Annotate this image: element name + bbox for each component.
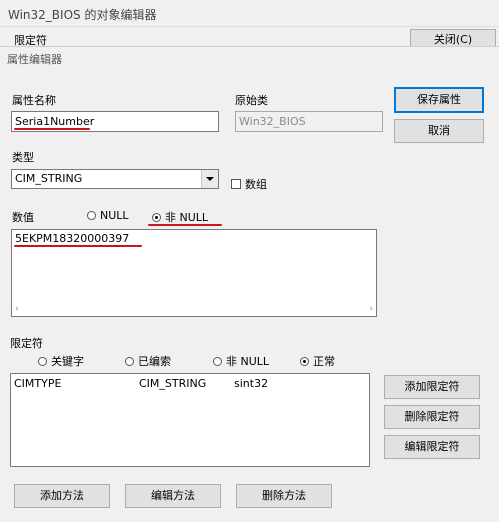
type-label: 类型 [12, 151, 34, 164]
filter-indexed-label: 已编索 [138, 355, 171, 368]
origin-class-label: 原始类 [235, 94, 268, 107]
cancel-button[interactable]: 取消 [394, 119, 484, 143]
delete-method-button[interactable]: 删除方法 [236, 484, 332, 508]
filter-normal-radio[interactable]: 正常 [300, 353, 335, 369]
value-textarea[interactable]: 5EKPM18320000397 ‹ › [11, 229, 377, 317]
edit-qualifier-button[interactable]: 编辑限定符 [384, 435, 480, 459]
edit-method-button[interactable]: 编辑方法 [125, 484, 221, 508]
origin-class-field: Win32_BIOS [235, 111, 383, 132]
checkbox-box[interactable] [231, 179, 241, 189]
qualifiers-list[interactable]: CIMTYPE CIM_STRING sint32 [10, 373, 370, 467]
annotation-underline [14, 128, 90, 130]
value-label: 数值 [12, 211, 34, 224]
object-editor-title: Win32_BIOS 的对象编辑器 [8, 8, 157, 22]
qualifiers-label: 限定符 [10, 337, 43, 350]
scroll-left-icon[interactable]: ‹ [15, 304, 19, 314]
add-qualifier-button[interactable]: 添加限定符 [384, 375, 480, 399]
radio-null[interactable] [87, 211, 96, 220]
not-null-radio[interactable]: 非 NULL [152, 209, 208, 225]
radio-key[interactable] [38, 356, 47, 366]
filter-not-null-radio[interactable]: 非 NULL [213, 353, 269, 369]
dialog-title: 属性编辑器 [7, 53, 62, 66]
not-null-label: 非 NULL [165, 211, 209, 224]
filter-key-label: 关键字 [51, 355, 84, 368]
save-property-button[interactable]: 保存属性 [394, 87, 484, 113]
type-select[interactable]: CIM_STRING [11, 169, 219, 189]
list-item[interactable]: CIMTYPE CIM_STRING sint32 [14, 377, 368, 393]
radio-normal[interactable] [300, 356, 309, 366]
filter-key-radio[interactable]: 关键字 [38, 353, 84, 369]
filter-not-null-label: 非 NULL [226, 355, 270, 368]
radio-not-null-filter[interactable] [213, 356, 222, 366]
annotation-underline [14, 245, 142, 247]
annotation-underline [148, 224, 222, 226]
horizontal-scrollbar[interactable]: ‹ › [12, 301, 376, 316]
null-label: NULL [100, 209, 129, 222]
scroll-right-icon[interactable]: › [369, 304, 373, 314]
array-label: 数组 [245, 178, 267, 191]
qualifier-type: CIM_STRING [139, 377, 207, 390]
filter-indexed-radio[interactable]: 已编索 [125, 353, 171, 369]
filter-normal-label: 正常 [313, 355, 335, 368]
dropdown-arrow-icon[interactable] [201, 170, 218, 188]
qualifier-name: CIMTYPE [14, 377, 62, 390]
title-divider [0, 26, 499, 27]
add-method-button[interactable]: 添加方法 [14, 484, 110, 508]
qualifier-value: sint32 [234, 377, 269, 390]
delete-qualifier-button[interactable]: 删除限定符 [384, 405, 480, 429]
value-text: 5EKPM18320000397 [15, 232, 130, 245]
radio-indexed[interactable] [125, 356, 134, 366]
property-name-label: 属性名称 [12, 94, 56, 107]
type-select-value: CIM_STRING [15, 172, 83, 185]
null-radio[interactable]: NULL [87, 209, 129, 222]
radio-not-null[interactable] [152, 212, 161, 222]
array-checkbox[interactable]: 数组 [231, 176, 267, 192]
